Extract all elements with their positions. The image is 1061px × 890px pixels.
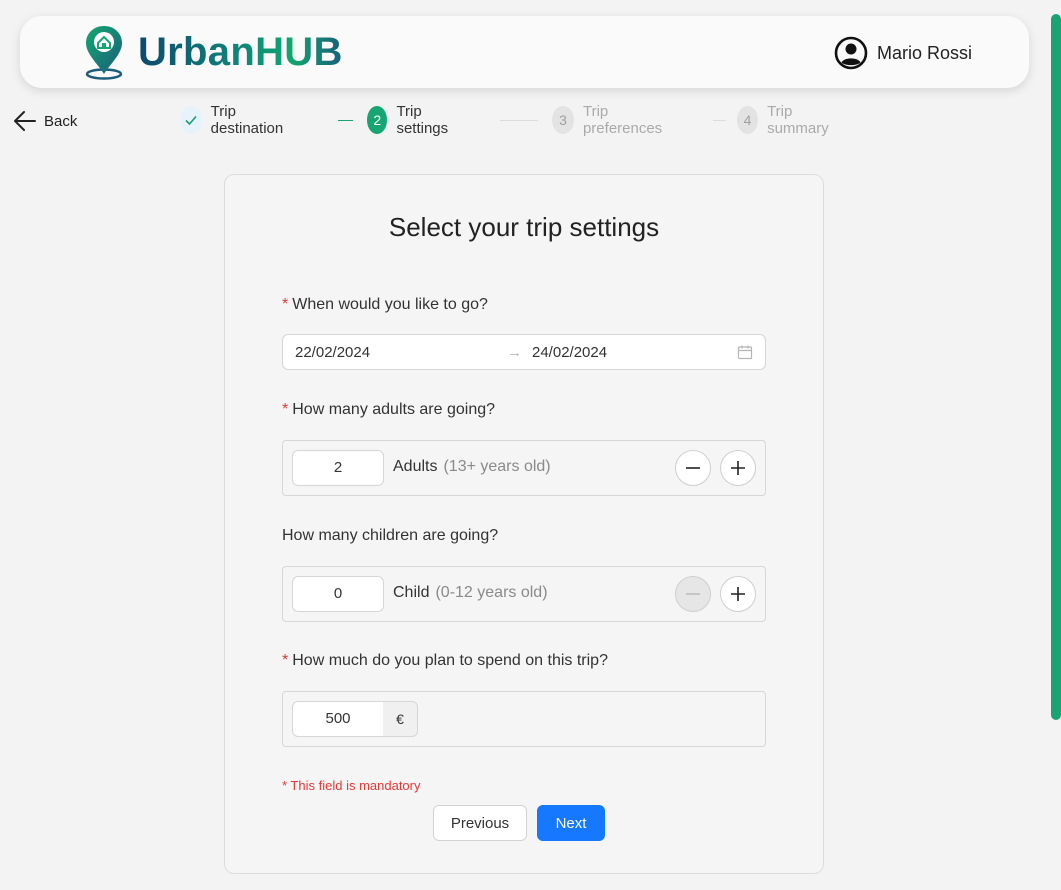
user-name: Mario Rossi xyxy=(877,42,973,63)
step-number: 4 xyxy=(737,106,759,134)
required-marker: * xyxy=(282,652,289,669)
dates-question-text: When would you like to go? xyxy=(292,296,488,313)
brand-name: UrbanHUB xyxy=(138,30,343,74)
step-trip-settings[interactable]: 2 Trip settings xyxy=(367,103,456,137)
step-done-dot xyxy=(180,106,202,134)
adults-increment-button[interactable] xyxy=(720,450,756,486)
children-decrement-button[interactable] xyxy=(675,576,711,612)
minus-icon xyxy=(686,593,700,595)
user-avatar-icon xyxy=(834,36,868,70)
step-number: 2 xyxy=(367,106,388,134)
plus-icon xyxy=(731,461,745,475)
minus-icon xyxy=(686,467,700,469)
app-header: UrbanHUB Mario Rossi xyxy=(20,16,1029,88)
trip-settings-card: Select your trip settings * When would yo… xyxy=(224,174,824,874)
dates-question: * When would you like to go? xyxy=(282,296,488,314)
budget-field: 500 € xyxy=(282,691,766,747)
step-label: Trip preferences xyxy=(582,103,663,137)
end-date-input[interactable]: 24/02/2024 xyxy=(532,344,607,361)
date-range-picker[interactable]: 22/02/2024 → 24/02/2024 xyxy=(282,334,766,370)
adults-label: Adults (13+ years old) xyxy=(393,458,551,476)
page-title: Select your trip settings xyxy=(388,212,660,242)
start-date-input[interactable]: 22/02/2024 xyxy=(295,344,370,361)
adults-sublabel: (13+ years old) xyxy=(443,458,551,475)
children-sublabel: (0-12 years old) xyxy=(435,584,548,601)
user-profile[interactable]: Mario Rossi xyxy=(834,36,972,70)
scrollbar[interactable] xyxy=(1051,14,1061,720)
previous-button[interactable]: Previous xyxy=(433,805,527,841)
step-connector xyxy=(338,120,353,121)
adults-decrement-button[interactable] xyxy=(675,450,711,486)
calendar-icon[interactable] xyxy=(737,344,753,360)
step-trip-destination[interactable]: Trip destination xyxy=(180,103,290,137)
step-label: Trip destination xyxy=(210,103,284,137)
adults-count-input[interactable]: 2 xyxy=(292,450,384,486)
plus-icon xyxy=(731,587,745,601)
adults-field: 2 Adults (13+ years old) xyxy=(282,440,766,496)
adults-question: * How many adults are going? xyxy=(282,401,495,419)
adults-label-text: Adults xyxy=(393,458,438,475)
children-label: Child (0-12 years old) xyxy=(393,584,548,602)
step-trip-summary[interactable]: 4 Trip summary xyxy=(737,103,836,137)
back-label: Back xyxy=(44,112,78,130)
children-increment-button[interactable] xyxy=(720,576,756,612)
children-field: 0 Child (0-12 years old) xyxy=(282,566,766,622)
children-count-input[interactable]: 0 xyxy=(292,576,384,612)
required-marker: * xyxy=(282,401,289,418)
budget-question: * How much do you plan to spend on this t… xyxy=(282,652,608,670)
arrow-right-icon: → xyxy=(507,344,522,361)
step-connector xyxy=(500,120,538,121)
back-button[interactable]: Back xyxy=(12,108,77,134)
budget-input[interactable]: 500 xyxy=(292,701,384,737)
check-icon xyxy=(185,115,197,126)
step-label: Trip settings xyxy=(396,103,449,137)
arrow-left-icon xyxy=(14,111,36,131)
children-label-text: Child xyxy=(393,584,430,601)
adults-question-text: How many adults are going? xyxy=(292,401,496,418)
children-question: How many children are going? xyxy=(282,527,499,544)
step-number: 3 xyxy=(552,106,574,134)
mandatory-note: * This field is mandatory xyxy=(282,778,421,793)
required-marker: * xyxy=(282,296,289,313)
step-label: Trip summary xyxy=(767,103,829,137)
currency-addon: € xyxy=(383,701,418,737)
step-trip-preferences[interactable]: 3 Trip preferences xyxy=(552,103,668,137)
step-connector xyxy=(713,120,726,121)
location-pin-logo-icon xyxy=(85,26,123,80)
budget-question-text: How much do you plan to spend on this tr… xyxy=(292,652,608,669)
next-button[interactable]: Next xyxy=(537,805,605,841)
